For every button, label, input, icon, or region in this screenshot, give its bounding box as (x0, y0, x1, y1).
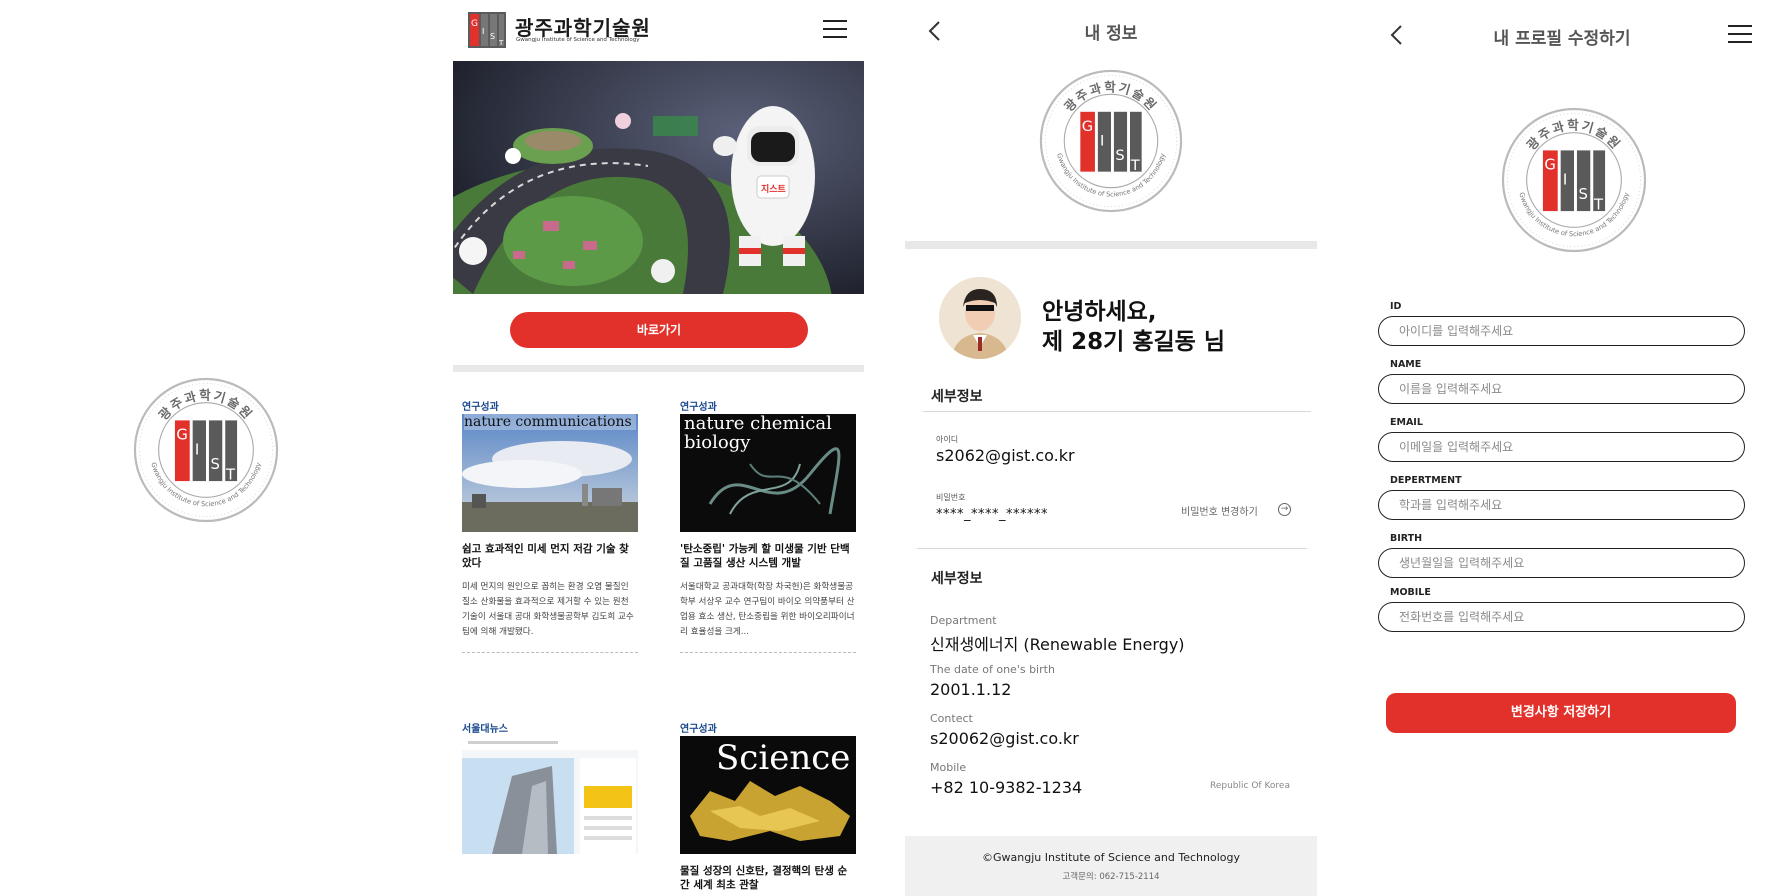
gist-logo-icon[interactable]: G I S T (468, 12, 506, 48)
svg-text:S: S (1578, 186, 1587, 203)
news-card[interactable]: 연구성과 nature communications 쉽고 효과적인 미세 먼지… (462, 398, 638, 653)
hero-banner-image[interactable]: 지스트 (453, 61, 864, 294)
mobile-label: Mobile (930, 761, 967, 774)
news-card[interactable]: 서울대뉴스 (462, 720, 638, 854)
edit-profile-screen: 내 프로필 수정하기 광주과학기술원 Gwangju Institute of S… (1357, 0, 1776, 896)
svg-text:G: G (471, 19, 478, 29)
avatar[interactable] (939, 277, 1021, 359)
id-label: ID (1390, 301, 1402, 312)
news-title: 물질 성장의 신호탄, 결정핵의 탄생 순간 세계 최초 관찰 (680, 865, 848, 891)
news-thumbnail[interactable]: nature chemical biology (680, 414, 856, 532)
svg-text:G: G (1082, 118, 1093, 135)
department-input[interactable] (1378, 490, 1745, 520)
birth-label: The date of one's birth (930, 663, 1055, 676)
svg-text:S: S (1115, 147, 1124, 164)
birth-label: BIRTH (1390, 533, 1423, 544)
news-description: 미세 먼지의 원인으로 꼽히는 환경 오염 물질인 질소 산화물을 효과적으로 … (462, 582, 634, 637)
svg-text:지스트: 지스트 (761, 183, 787, 195)
greeting-line-1: 안녕하세요, (1042, 299, 1157, 325)
mobile-label: MOBILE (1390, 587, 1431, 598)
news-thumbnail[interactable] (462, 736, 638, 854)
news-card[interactable]: 연구성과 nature chemical biology '탄소중립' 가능케 … (680, 398, 856, 653)
go-button[interactable]: 바로가기 (510, 312, 808, 348)
news-description: 서울대학교 공과대학(학장 차국헌)은 화학생물공학부 서상우 교수 연구팀이 … (680, 582, 855, 637)
footer: ©Gwangju Institute of Science and Techno… (905, 836, 1317, 896)
arrow-right-circle-icon[interactable]: → (1278, 503, 1291, 516)
department-label: DEPERTMENT (1390, 475, 1462, 486)
mobile-value: +82 10-9382-1234 (930, 778, 1083, 797)
splash-screen: 광주과학기술원 Gwangju Institute of Science and … (0, 0, 410, 896)
divider-line (923, 411, 1311, 412)
password-label: 비밀번호 (936, 493, 966, 502)
divider-line (917, 548, 1307, 549)
gist-seal-logo: 광주과학기술원 Gwangju Institute of Science and … (1500, 106, 1648, 254)
gist-seal-logo: 광주과학기술원 Gwangju Institute of Science and … (1038, 68, 1184, 214)
journal-title: Science (716, 738, 851, 778)
svg-text:I: I (195, 441, 199, 458)
svg-text:I: I (1100, 132, 1104, 149)
footer-contact: 고객문의: 062-715-2114 (1062, 872, 1160, 882)
section-divider (905, 241, 1317, 249)
password-value: ****_****_****** (936, 507, 1048, 522)
id-label: 아이디 (936, 435, 959, 444)
mobile-input[interactable] (1378, 602, 1745, 632)
birth-value: 2001.1.12 (930, 680, 1012, 699)
news-card[interactable]: 연구성과 Science 물질 성장의 신호탄, 결정핵의 탄생 순간 세계 최… (680, 720, 856, 892)
region-label: Republic Of Korea (1210, 781, 1290, 791)
menu-icon[interactable] (1728, 25, 1752, 43)
id-input[interactable] (1378, 316, 1745, 346)
news-tag: 서울대뉴스 (462, 724, 508, 735)
home-screen: G I S T 광주과학기술원 Gwangju Institute of Sci… (452, 0, 864, 896)
contact-value: s20062@gist.co.kr (930, 729, 1079, 748)
logo-subtitle: Gwangju Institute of Science and Technol… (516, 37, 640, 43)
email-input[interactable] (1378, 432, 1745, 462)
news-title: 쉽고 효과적인 미세 먼지 저감 기술 찾았다 (462, 543, 629, 569)
contact-label: Contect (930, 712, 973, 725)
news-separator (680, 652, 856, 653)
name-label: NAME (1390, 359, 1422, 370)
name-input[interactable] (1378, 374, 1745, 404)
news-title: '탄소중립' 가능케 할 미생물 기반 단백질 고품질 생산 시스템 개발 (680, 543, 850, 569)
svg-text:T: T (1593, 197, 1604, 214)
section-divider (453, 365, 864, 372)
svg-text:T: T (1130, 157, 1140, 174)
page-title: 내 프로필 수정하기 (1493, 29, 1631, 49)
news-tag: 연구성과 (462, 402, 499, 413)
section-heading: 세부정보 (931, 389, 983, 405)
news-tag: 연구성과 (680, 724, 717, 735)
gist-seal-logo: 광주과학기술원 Gwangju Institute of Science and … (132, 376, 280, 524)
menu-icon[interactable] (823, 20, 847, 38)
svg-text:I: I (1563, 171, 1567, 188)
change-password-link[interactable]: 비밀번호 변경하기 (1181, 503, 1258, 518)
news-tag: 연구성과 (680, 402, 717, 413)
svg-text:I: I (482, 27, 484, 36)
news-thumbnail[interactable]: nature communications (462, 414, 638, 532)
svg-text:T: T (225, 467, 236, 484)
section-heading: 세부정보 (931, 571, 983, 587)
journal-title: nature chemical biology (684, 414, 832, 453)
id-value: s2062@gist.co.kr (936, 446, 1075, 465)
department-label: Department (930, 614, 997, 627)
news-thumbnail[interactable]: Science (680, 736, 856, 854)
page-title: 내 정보 (1084, 24, 1138, 44)
birth-input[interactable] (1378, 548, 1745, 578)
home-header: G I S T 광주과학기술원 Gwangju Institute of Sci… (452, 0, 864, 58)
news-separator (462, 652, 638, 653)
email-label: EMAIL (1390, 417, 1423, 428)
department-value: 신재생에너지 (Renewable Energy) (930, 635, 1185, 654)
save-changes-button[interactable]: 변경사항 저장하기 (1386, 693, 1736, 733)
svg-text:G: G (1544, 157, 1555, 174)
svg-text:S: S (210, 456, 219, 473)
footer-copyright: ©Gwangju Institute of Science and Techno… (982, 851, 1240, 864)
svg-text:S: S (490, 32, 495, 41)
greeting-line-2: 제 28기 홍길동 님 (1042, 329, 1225, 355)
svg-text:G: G (176, 427, 187, 444)
my-info-screen: 내 정보 광주과학기술원 Gwangju Institute of Science… (905, 0, 1317, 896)
svg-text:T: T (498, 39, 504, 47)
journal-title: nature communications (464, 414, 636, 430)
